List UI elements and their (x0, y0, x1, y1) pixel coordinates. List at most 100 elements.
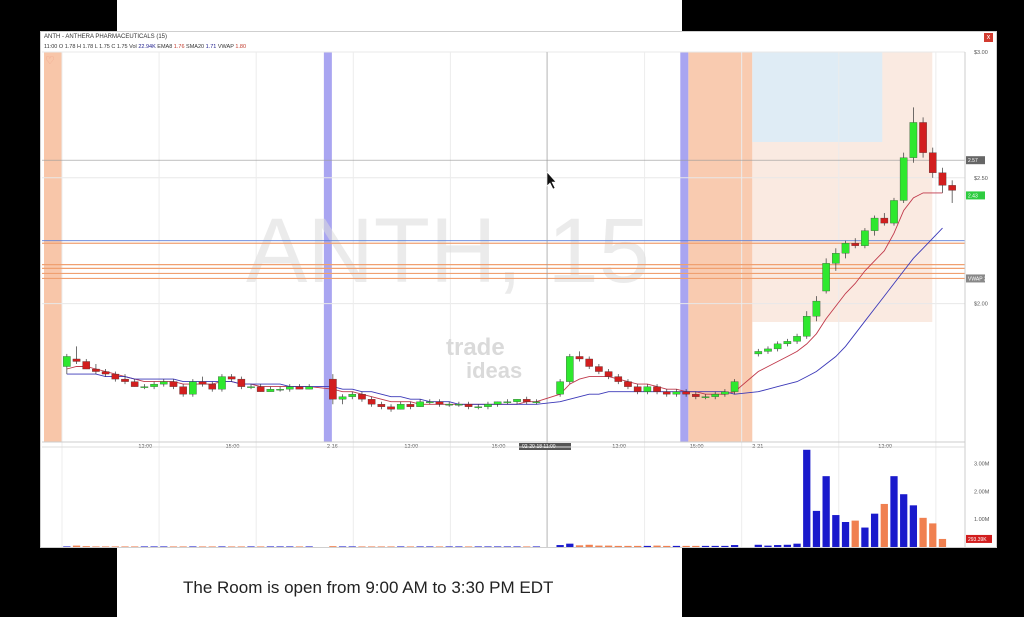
candle-body (841, 243, 850, 254)
candle-body (82, 361, 91, 370)
candle-body (198, 381, 207, 385)
candle-body (237, 378, 246, 387)
candle-body (464, 404, 473, 407)
volume-bar (653, 545, 661, 547)
volume-bar (377, 546, 385, 547)
candle-body (754, 351, 763, 355)
volume-bar (198, 546, 207, 547)
volume-bar (585, 544, 593, 547)
candle-body (121, 378, 129, 382)
caption: The Room is open from 9:00 AM to 3:30 PM… (183, 578, 554, 597)
candle-body (633, 386, 642, 392)
volume-bar (682, 545, 690, 547)
volume-bar (900, 494, 908, 547)
session-highlight (752, 52, 883, 142)
volume-bar (101, 546, 110, 547)
candle-body (484, 404, 492, 407)
candle-body (101, 371, 110, 375)
volume-bar (218, 546, 226, 547)
volume-bar (397, 546, 405, 547)
crosshair-badge-text: 2.57 (968, 158, 978, 164)
volume-bar (938, 538, 947, 547)
volume-bar (208, 546, 216, 547)
volume-bar (305, 546, 313, 547)
candle-body (802, 316, 811, 337)
volume-bar (764, 545, 772, 547)
candle-body (276, 389, 284, 391)
candle-body (909, 122, 918, 158)
volume-bar (445, 546, 453, 547)
premarket-shade (44, 52, 62, 442)
volume-bar (484, 546, 492, 547)
volume-bar (121, 546, 129, 547)
candle-body (822, 263, 830, 292)
volume-bar (72, 545, 81, 547)
volume-bar (556, 545, 564, 547)
volume-bar (257, 546, 265, 547)
candle-body (585, 358, 593, 367)
candle-body (295, 386, 304, 390)
volume-bar (227, 546, 236, 547)
price-tick-label: $2.50 (974, 176, 988, 182)
volume-bar (329, 546, 337, 547)
volume-bar (783, 544, 792, 547)
candle-body (169, 381, 178, 387)
candle-body (338, 396, 347, 400)
volume-bar (711, 545, 719, 547)
watermark-brand: trade (446, 334, 505, 361)
candle-body (189, 381, 197, 395)
volume-bar (416, 546, 424, 547)
price-tick-label: $2.00 (974, 302, 988, 308)
candle-body (387, 406, 395, 410)
volume-bar (266, 546, 275, 547)
candle-body (286, 386, 294, 390)
candle-body (247, 386, 255, 388)
volume-bar (841, 522, 850, 547)
candle-body (406, 404, 415, 407)
vwap-badge-text: VWAP 2.16 (968, 276, 994, 282)
candle-body (832, 253, 840, 264)
volume-bar (150, 546, 158, 547)
candle-body (474, 406, 483, 408)
volume-bar (721, 545, 729, 547)
candle-body (416, 401, 424, 407)
candle-body (367, 399, 376, 405)
candle-body (890, 200, 898, 224)
candle-body (566, 356, 574, 382)
candle-body (513, 399, 521, 402)
volume-bar (237, 546, 245, 547)
candle-body (812, 300, 821, 317)
candle-body (899, 157, 908, 201)
watermark-brand: ideas (466, 358, 522, 383)
candle-body (493, 401, 502, 405)
candle-body (643, 386, 652, 392)
candle-body (227, 376, 236, 380)
last-price-badge-text: 2.43 (968, 193, 978, 199)
volume-bar (131, 546, 139, 547)
candle-body (604, 371, 613, 377)
candle-body (445, 404, 453, 406)
volume-bar (455, 546, 463, 547)
candle-body (783, 341, 792, 345)
volume-bar (851, 520, 859, 547)
candle-body (130, 381, 139, 387)
volume-bar (595, 545, 603, 547)
volume-bar (832, 515, 840, 547)
volume-bar (387, 546, 395, 547)
candle-body (793, 336, 801, 342)
volume-bar (870, 513, 879, 547)
volume-bar (464, 546, 473, 547)
candle-body (624, 381, 632, 387)
candle-body (614, 376, 623, 382)
candle-body (556, 381, 564, 395)
candle-body (348, 394, 357, 397)
candle-body (111, 373, 120, 380)
candle-body (72, 358, 81, 362)
volume-bar (812, 510, 821, 547)
candle-body (730, 381, 739, 392)
volume-bar (358, 546, 366, 547)
price-volume-chart: ANTH, 15 tradeideas $3.00 $2.50 $2.00 2.57 2.4… (42, 50, 994, 547)
volume-bar (692, 545, 700, 547)
volume-bar (513, 546, 521, 547)
candle-body (861, 230, 869, 246)
